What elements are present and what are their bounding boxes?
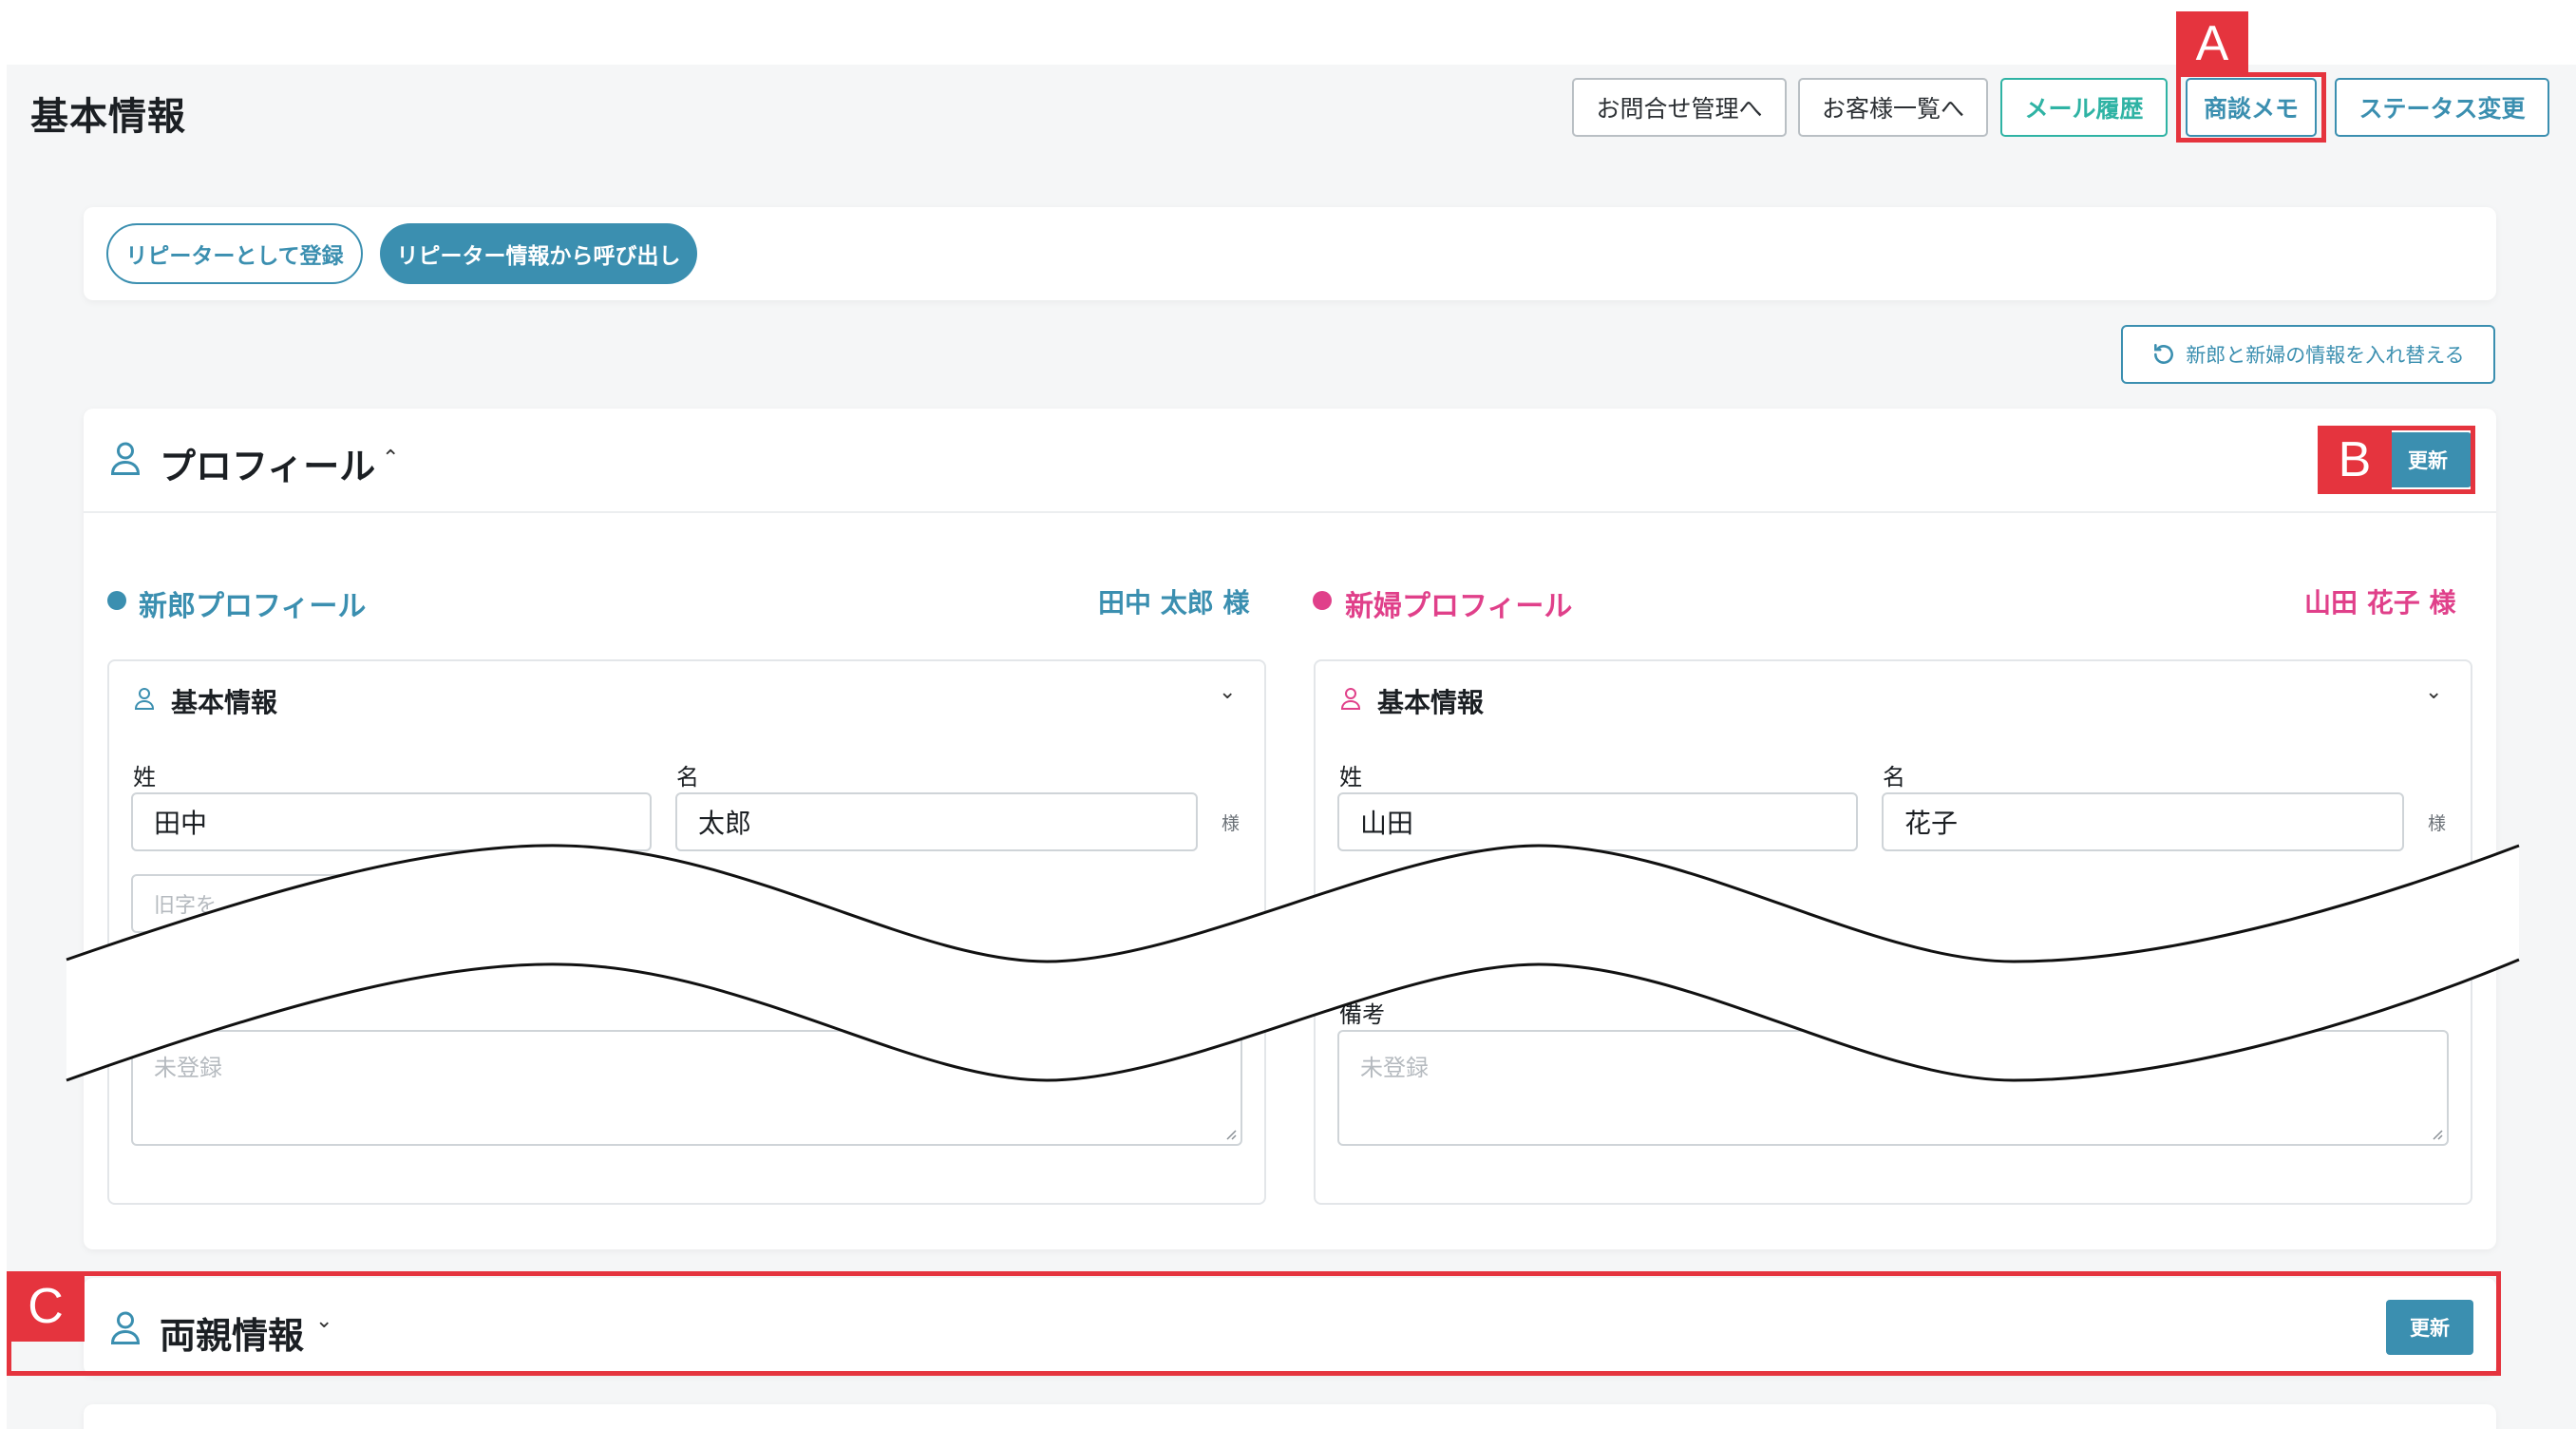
highlight-c [7, 1271, 2501, 1376]
marker-a: A [2176, 11, 2248, 76]
marker-b: B [2318, 426, 2392, 494]
next-card [84, 1404, 2496, 1429]
marker-c: C [7, 1271, 85, 1342]
content-break-overlay [66, 844, 2520, 1082]
highlight-a [2176, 72, 2326, 143]
